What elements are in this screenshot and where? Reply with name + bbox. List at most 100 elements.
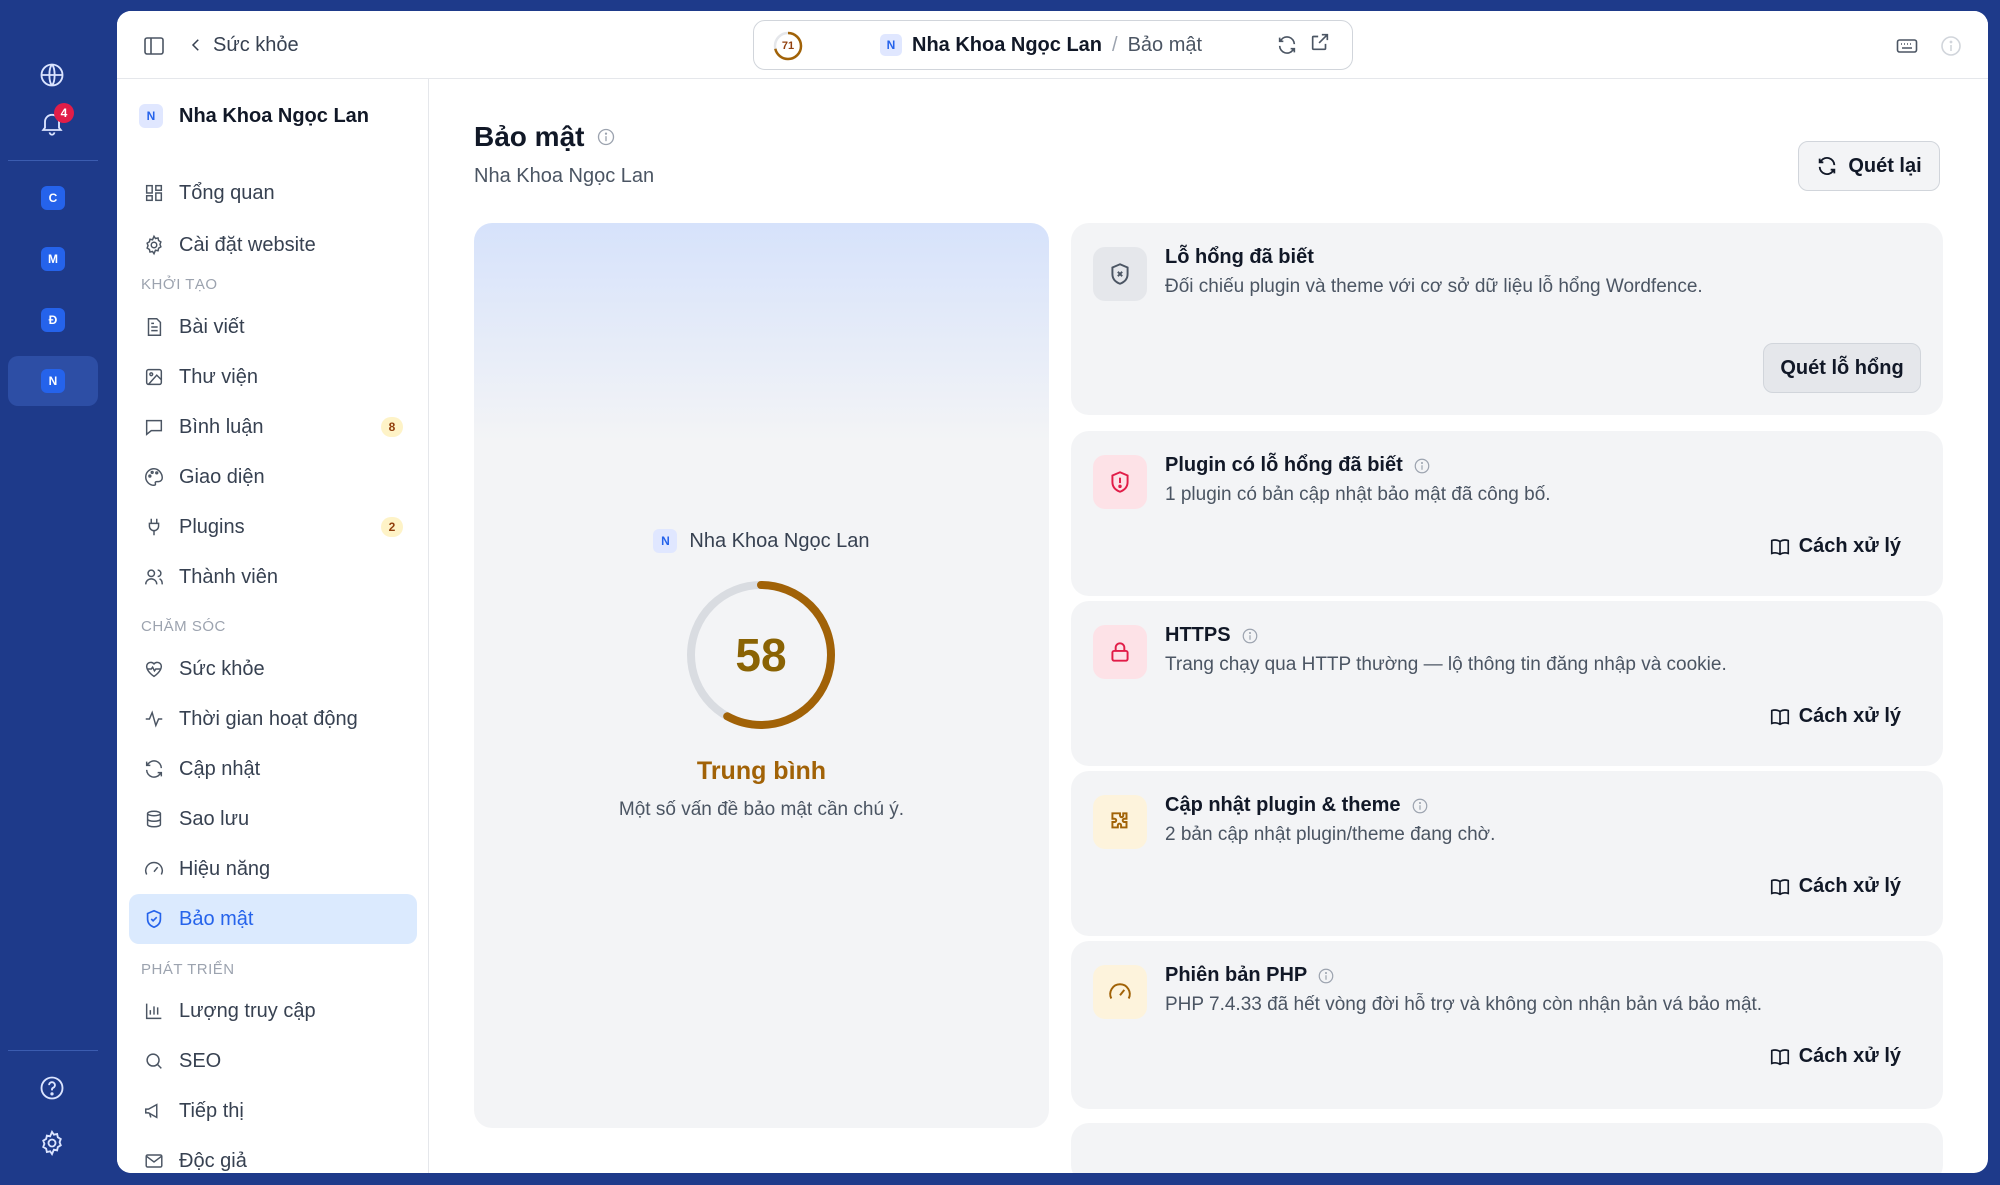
rail-site-c[interactable]: C <box>8 173 98 223</box>
sidebar-item-security[interactable]: Bảo mật <box>129 894 417 944</box>
gauge-icon <box>145 861 163 875</box>
score-level: Trung bình <box>696 757 827 785</box>
info-icon[interactable] <box>1411 797 1429 815</box>
sidebar-item-updates[interactable]: Cập nhật <box>129 744 417 794</box>
score-site-name: Nha Khoa Ngọc Lan <box>689 529 870 552</box>
sidebar-item-label: Bảo mật <box>179 907 254 930</box>
sidebar-item-label: Thành viên <box>179 565 278 588</box>
info-icon[interactable] <box>596 127 616 147</box>
sidebar-toggle-icon[interactable] <box>141 33 167 59</box>
speedometer-icon <box>1109 983 1131 999</box>
breadcrumb-page: Bảo mật <box>1127 33 1203 56</box>
refresh-icon <box>1819 157 1836 175</box>
check-icon-box <box>1093 455 1147 509</box>
site-chip: M <box>41 247 65 271</box>
refresh-icon <box>145 760 163 778</box>
plug-icon <box>148 518 160 536</box>
breadcrumb-separator: / <box>1112 33 1118 56</box>
megaphone-icon <box>145 1103 158 1119</box>
rail-divider <box>8 160 98 161</box>
gear-icon <box>146 234 162 256</box>
sidebar-item-label: SEO <box>179 1049 222 1072</box>
keyboard-icon[interactable] <box>1893 32 1921 60</box>
sidebar-item-appearance[interactable]: Giao diện <box>129 452 417 502</box>
score-description: Một số vấn đề bảo mật cần chú ý. <box>618 799 905 820</box>
rail-site-d[interactable]: Đ <box>8 295 98 345</box>
check-title-text: HTTPS <box>1165 624 1231 646</box>
back-link[interactable]: Sức khỏe <box>187 31 299 59</box>
mail-icon <box>145 1154 163 1168</box>
sidebar-item-label: Tổng quan <box>179 181 275 204</box>
site-chip: N <box>653 529 678 553</box>
sidebar-item-marketing[interactable]: Tiếp thị <box>129 1086 417 1136</box>
how-to-fix-link[interactable]: Cách xử lý <box>1769 535 1901 558</box>
sidebar-item-overview[interactable]: Tổng quan <box>129 168 417 218</box>
book-icon <box>1770 708 1789 725</box>
notifications-button[interactable]: 4 <box>30 101 74 145</box>
gear-icon <box>42 1129 62 1157</box>
info-icon[interactable] <box>1241 627 1259 645</box>
help-icon <box>40 1076 64 1100</box>
how-to-fix-link[interactable]: Cách xử lý <box>1769 1045 1901 1068</box>
sidebar-item-library[interactable]: Thư viện <box>129 352 417 402</box>
rescan-button[interactable]: Quét lại <box>1798 141 1940 191</box>
site-chip: N <box>41 369 65 393</box>
rail-site-n[interactable]: N <box>8 356 98 406</box>
book-icon <box>1770 538 1789 555</box>
activity-icon <box>145 710 163 728</box>
palette-icon <box>145 468 163 486</box>
sidebar-item-health[interactable]: Sức khỏe <box>129 644 417 694</box>
site-chip: N <box>139 104 163 128</box>
rail-site-m[interactable]: M <box>8 234 98 284</box>
help-button[interactable] <box>30 1066 74 1110</box>
external-link-icon[interactable] <box>1309 31 1331 53</box>
chevron-left-icon <box>191 39 199 51</box>
shield-x-icon <box>1111 263 1129 285</box>
settings-button[interactable] <box>30 1121 74 1165</box>
page-subtitle: Nha Khoa Ngọc Lan <box>474 165 655 187</box>
sidebar-item-uptime[interactable]: Thời gian hoạt động <box>129 694 417 744</box>
comment-icon <box>145 419 163 436</box>
check-card-known-vulnerabilities: Lỗ hổng đã biết Đối chiếu plugin và them… <box>1071 223 1943 415</box>
sidebar-item-plugins[interactable]: Plugins 2 <box>129 502 417 552</box>
sidebar-section-title: Chăm sóc <box>141 618 226 635</box>
sidebar-item-comments[interactable]: Bình luận 8 <box>129 402 417 452</box>
sidebar-item-members[interactable]: Thành viên <box>129 552 417 602</box>
refresh-icon[interactable] <box>1276 34 1298 56</box>
sidebar-item-backups[interactable]: Sao lưu <box>129 794 417 844</box>
sidebar-item-label: Cài đặt website <box>179 233 316 256</box>
sidebar-site-name: Nha Khoa Ngọc Lan <box>179 104 370 127</box>
score-value: 58 <box>735 629 787 681</box>
main-content: Bảo mật Nha Khoa Ngọc Lan Quét lại N Nha… <box>430 79 1988 1173</box>
book-icon <box>1770 1048 1789 1065</box>
page-title-text: Bảo mật <box>474 121 585 152</box>
book-icon <box>1770 878 1789 895</box>
sidebar-item-website-settings[interactable]: Cài đặt website <box>129 220 417 270</box>
sidebar-item-performance[interactable]: Hiệu năng <box>129 844 417 894</box>
sidebar-item-label: Hiệu năng <box>179 857 271 880</box>
globe-icon[interactable] <box>30 53 74 97</box>
sidebar-item-posts[interactable]: Bài viết <box>129 302 417 352</box>
health-score-ring[interactable]: 71 <box>772 30 804 62</box>
sidebar-section-title: Khởi tạo <box>141 276 218 293</box>
sidebar-item-seo[interactable]: SEO <box>129 1036 417 1086</box>
sidebar-item-readers[interactable]: Độc giả <box>129 1136 417 1173</box>
sidebar-item-label: Giao diện <box>179 465 265 488</box>
info-icon[interactable] <box>1413 457 1431 475</box>
heart-pulse-icon <box>145 661 163 678</box>
sidebar-site-header[interactable]: N Nha Khoa Ngọc Lan <box>139 101 369 131</box>
info-icon[interactable] <box>1937 32 1965 60</box>
image-icon <box>145 368 163 386</box>
puzzle-icon <box>1111 812 1128 829</box>
shield-check-icon <box>146 909 162 929</box>
scan-vulnerabilities-button[interactable]: Quét lỗ hổng <box>1763 343 1921 393</box>
check-title: Plugin có lỗ hổng đã biết <box>1165 454 1431 477</box>
info-icon[interactable] <box>1317 967 1335 985</box>
notification-count-badge: 4 <box>54 103 74 123</box>
how-to-fix-link[interactable]: Cách xử lý <box>1769 875 1901 898</box>
how-to-fix-link[interactable]: Cách xử lý <box>1769 705 1901 728</box>
sidebar-item-label: Sao lưu <box>179 807 250 830</box>
breadcrumb-site[interactable]: Nha Khoa Ngọc Lan <box>912 34 1102 57</box>
check-title-text: Lỗ hổng đã biết <box>1165 246 1314 268</box>
sidebar-item-traffic[interactable]: Lượng truy cập <box>129 986 417 1036</box>
